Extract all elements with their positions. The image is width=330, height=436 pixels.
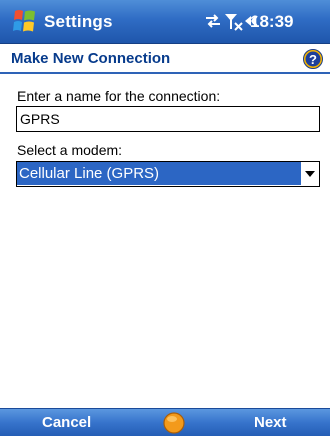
softkey-bar: Cancel Next: [0, 408, 330, 436]
modem-label: Select a modem:: [17, 142, 123, 158]
help-icon-glyph: ?: [309, 52, 317, 67]
app-title: Settings: [44, 12, 113, 31]
cancel-button[interactable]: Cancel: [42, 414, 91, 431]
modem-dropdown[interactable]: Cellular Line (GPRS): [16, 161, 320, 187]
windows-start-icon[interactable]: [9, 8, 39, 36]
page-title: Make New Connection: [11, 50, 171, 67]
signal-off-icon[interactable]: [224, 12, 244, 32]
title-bar: Settings 18:39: [0, 0, 330, 44]
connectivity-icon[interactable]: [204, 12, 222, 30]
connection-name-label: Enter a name for the connection:: [17, 88, 221, 104]
connection-name-input[interactable]: [16, 106, 320, 132]
input-panel-icon[interactable]: [163, 412, 185, 434]
next-button[interactable]: Next: [254, 414, 287, 431]
clock[interactable]: 18:39: [250, 12, 293, 32]
chevron-down-icon[interactable]: [304, 169, 316, 179]
help-icon[interactable]: ?: [303, 49, 323, 69]
page-heading: Make New Connection ?: [0, 44, 330, 74]
modem-selected-value[interactable]: Cellular Line (GPRS): [17, 162, 301, 185]
